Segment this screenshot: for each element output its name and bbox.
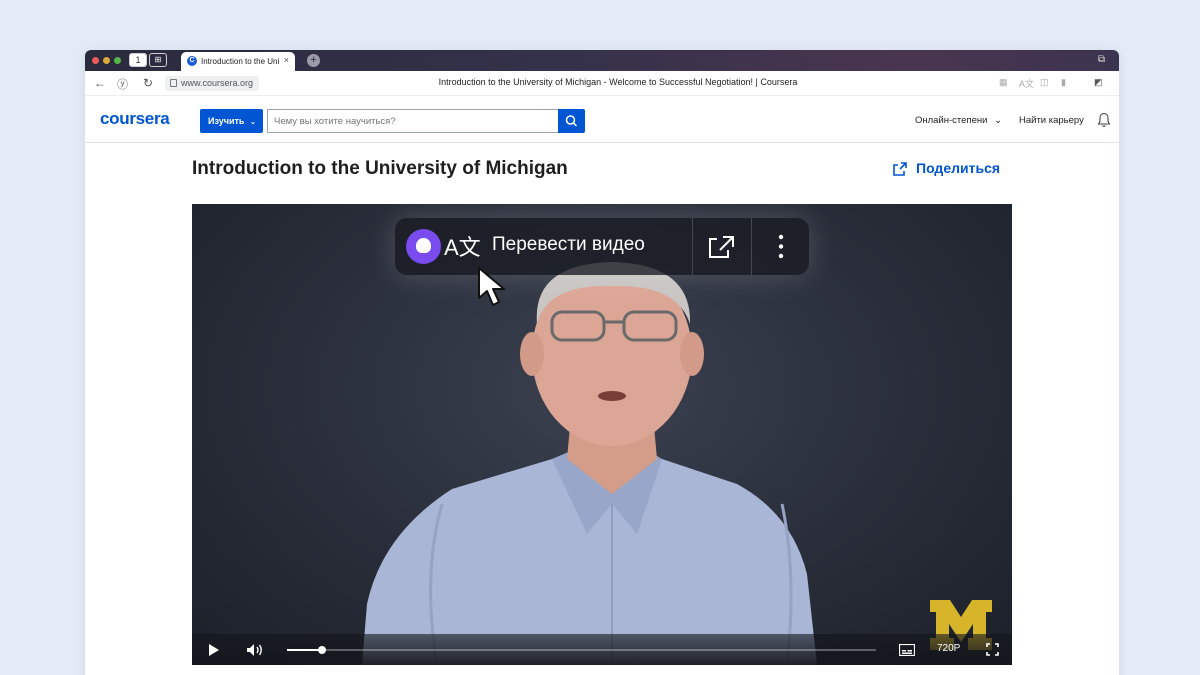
- progress-track[interactable]: [287, 646, 876, 654]
- tab-strip: 1 ⊞ C Introduction to the Uni × + ⧉: [85, 50, 1119, 71]
- search-button[interactable]: [558, 109, 585, 133]
- yandex-icon[interactable]: ⓨ: [117, 76, 128, 92]
- bookmark-icon[interactable]: ▮: [1061, 77, 1066, 88]
- collections-icon[interactable]: ◩: [1094, 77, 1103, 88]
- search-icon: [565, 115, 578, 127]
- online-degrees-label: Онлайн-степени: [915, 115, 988, 126]
- popup-divider: [692, 218, 693, 275]
- translate-video-popup: A文 Перевести видео: [395, 218, 809, 275]
- share-label: Поделиться: [916, 160, 1001, 176]
- bell-icon[interactable]: [1097, 112, 1111, 128]
- coursera-logo[interactable]: coursera: [100, 109, 170, 129]
- translate-icon[interactable]: A文: [1019, 77, 1034, 90]
- subtitles-icon[interactable]: [899, 644, 915, 656]
- volume-icon[interactable]: [246, 643, 264, 657]
- chevron-down-icon: ⌄: [249, 119, 256, 126]
- tab-active[interactable]: C Introduction to the Uni ×: [181, 52, 295, 71]
- close-window-dot[interactable]: [92, 57, 99, 64]
- site-header: coursera Изучить ⌄ Онлайн-степени ⌄ Найт…: [85, 96, 1119, 143]
- alice-assistant-icon[interactable]: [406, 229, 441, 264]
- popup-divider: [751, 218, 752, 275]
- reload-icon[interactable]: ↻: [143, 76, 153, 90]
- play-icon[interactable]: [208, 643, 220, 657]
- player-controls: 720P: [192, 634, 1012, 665]
- coursera-favicon-icon: C: [187, 56, 197, 66]
- zoom-window-dot[interactable]: [114, 57, 121, 64]
- new-tab-button[interactable]: +: [307, 54, 320, 67]
- new-folder-icon[interactable]: ⊞: [149, 53, 167, 67]
- translate-icon: A文: [444, 235, 481, 260]
- share-icon: [893, 162, 907, 176]
- reader-icon[interactable]: ▦: [999, 77, 1008, 88]
- mouse-cursor-icon: [478, 267, 505, 306]
- search-input[interactable]: [267, 109, 559, 133]
- address-bar: ← ⓨ ↻ www.coursera.org Introduction to t…: [85, 71, 1119, 96]
- video-player[interactable]: A文 Перевести видео 720P: [192, 204, 1012, 665]
- fullscreen-icon[interactable]: [986, 643, 999, 656]
- progress-knob[interactable]: [318, 646, 327, 654]
- chevron-down-icon: ⌄: [994, 115, 1003, 126]
- browser-window: 1 ⊞ C Introduction to the Uni × + ⧉ ← ⓨ …: [85, 50, 1119, 675]
- url-field[interactable]: www.coursera.org: [165, 76, 260, 91]
- extension-icon[interactable]: ◫: [1040, 77, 1049, 88]
- lock-icon: [170, 79, 177, 87]
- open-external-icon[interactable]: [706, 233, 736, 260]
- tabs-count-icon[interactable]: 1: [129, 53, 147, 67]
- window-menu-icon[interactable]: ⧉: [1098, 54, 1105, 65]
- url-text: www.coursera.org: [181, 78, 254, 88]
- tab-title: Introduction to the Uni: [201, 57, 280, 66]
- find-career-link[interactable]: Найти карьеру: [1019, 115, 1084, 126]
- translate-video-button[interactable]: Перевести видео: [492, 234, 645, 256]
- course-title: Introduction to the University of Michig…: [192, 158, 568, 179]
- page-title-bar: Introduction to the University of Michig…: [438, 77, 798, 87]
- tab-close-icon[interactable]: ×: [284, 55, 289, 65]
- progress-fill: [287, 649, 323, 651]
- quality-selector[interactable]: 720P: [937, 643, 960, 654]
- back-icon[interactable]: ←: [94, 76, 106, 90]
- explore-label: Изучить: [208, 116, 245, 126]
- online-degrees-menu[interactable]: Онлайн-степени ⌄: [915, 115, 1002, 126]
- more-options-icon[interactable]: [778, 233, 784, 260]
- minimize-window-dot[interactable]: [103, 57, 110, 64]
- explore-button[interactable]: Изучить ⌄: [200, 109, 263, 133]
